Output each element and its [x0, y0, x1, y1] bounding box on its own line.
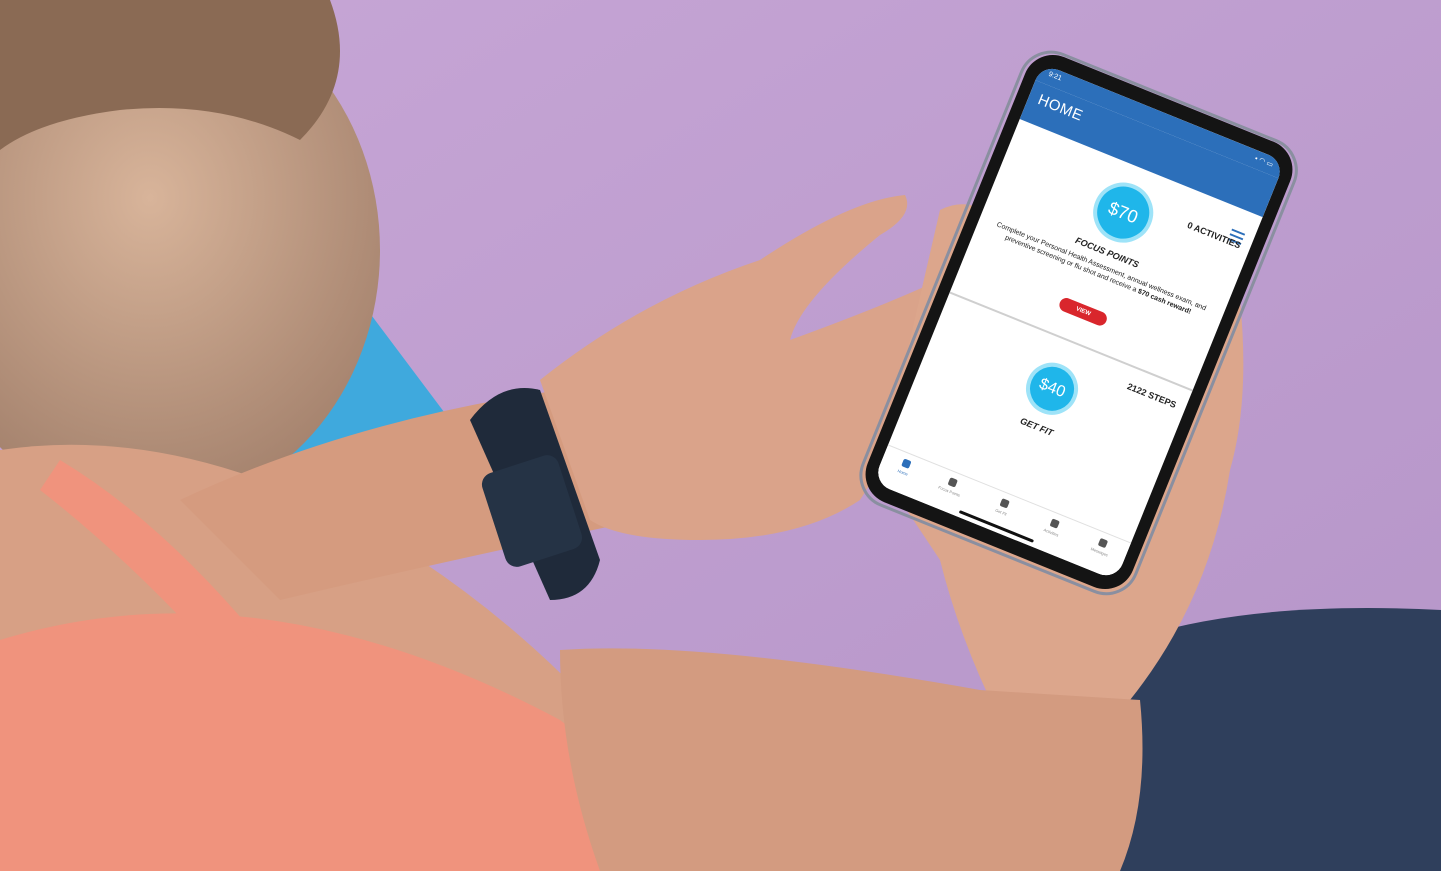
tab-label: Focus Points	[937, 484, 961, 498]
tab-label: Messages	[1089, 546, 1109, 558]
activities-count: 0 ACTIVITIES	[1185, 219, 1243, 251]
tab-messages[interactable]: Messages	[1080, 532, 1123, 562]
description-text: Complete your Personal Health Assessment…	[995, 221, 1208, 313]
tab-label: Home	[896, 468, 909, 477]
home-icon	[901, 458, 912, 469]
view-button[interactable]: VIEW	[1057, 295, 1109, 328]
card-description: Complete your Personal Health Assessment…	[988, 219, 1212, 323]
trophy-icon	[947, 477, 958, 488]
tab-get-fit[interactable]: Get Fit	[982, 492, 1025, 522]
reward-badge: $40	[1018, 354, 1086, 423]
tab-label: Activities	[1042, 527, 1060, 538]
page-title: HOME	[1035, 91, 1086, 125]
envelope-icon	[1097, 537, 1109, 549]
status-icons: ▪︎ ◠ ▭	[1253, 155, 1274, 169]
background-photo	[0, 0, 1441, 871]
running-icon	[999, 498, 1010, 509]
tab-label: Get Fit	[994, 507, 1008, 517]
steps-count: 2122 STEPS	[1125, 381, 1178, 410]
status-time: 9:21	[1047, 70, 1063, 83]
tab-home[interactable]: Home	[883, 452, 926, 482]
tab-focus-points[interactable]: Focus Points	[930, 471, 973, 501]
photo-scene: 9:21 ▪︎ ◠ ▭ HOME 0 ACTIVITIES $70 FOCUS …	[0, 0, 1441, 871]
tab-activities[interactable]: Activities	[1032, 512, 1075, 542]
reward-badge: $70	[1084, 173, 1163, 252]
pencil-icon	[1049, 518, 1060, 529]
